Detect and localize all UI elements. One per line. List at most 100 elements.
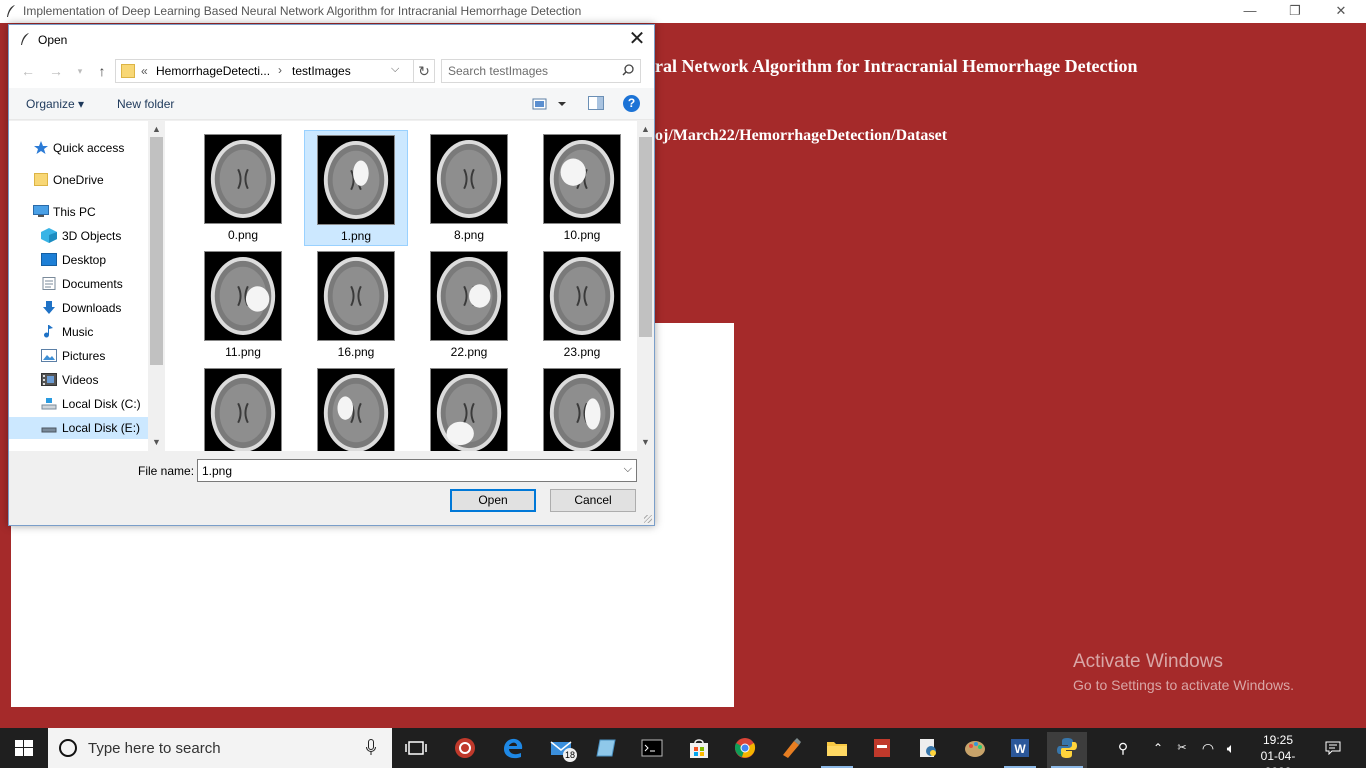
forward-arrow-icon[interactable]: → (45, 60, 67, 82)
file-item[interactable]: 8.png (417, 130, 521, 246)
nav-item-local-disk-e[interactable]: Local Disk (E:) (9, 417, 148, 439)
dialog-close-button[interactable]: ✕ (620, 25, 654, 54)
file-item[interactable]: 23.png (530, 247, 634, 363)
scroll-down-icon[interactable]: ▼ (148, 435, 165, 449)
taskbar-app-pdf[interactable] (862, 732, 902, 768)
chevron-down-icon[interactable]: ⌵ (624, 463, 632, 476)
file-name: 8.png (453, 228, 485, 242)
address-dropdown-icon[interactable]: ⌵ (391, 63, 399, 76)
open-button[interactable]: Open (450, 489, 536, 512)
scrollbar-thumb[interactable] (639, 137, 652, 337)
edge-icon (504, 738, 523, 759)
restore-button[interactable]: ❐ (1272, 0, 1318, 23)
nav-item-downloads[interactable]: Downloads (9, 297, 148, 319)
volume-icon[interactable]: 🔈︎ (1220, 728, 1242, 768)
preview-pane-icon[interactable] (588, 96, 604, 110)
input-indicator-icon[interactable]: ✂ (1172, 728, 1192, 768)
show-hidden-icons-chevron-icon[interactable]: ⌃ (1148, 728, 1168, 768)
change-view-icon[interactable] (532, 96, 568, 112)
file-item[interactable] (191, 364, 295, 451)
breadcrumb-testimages[interactable]: testImages (292, 64, 351, 78)
taskbar-app-edge[interactable] (493, 732, 533, 768)
file-item[interactable]: 22.png (417, 247, 521, 363)
star-icon (34, 141, 48, 154)
nav-item-pictures[interactable]: Pictures (9, 345, 148, 367)
music-icon (44, 325, 53, 338)
nav-item-3d-objects[interactable]: 3D Objects (9, 225, 148, 247)
scroll-up-icon[interactable]: ▲ (637, 122, 654, 136)
windows-start-icon[interactable] (0, 728, 48, 768)
file-name-label: File name: (138, 464, 195, 478)
nav-item-documents[interactable]: Documents (9, 273, 148, 295)
back-arrow-icon[interactable]: ← (17, 60, 39, 82)
file-item[interactable]: 16.png (304, 247, 408, 363)
ct-scan-thumbnail (430, 134, 508, 224)
navigation-pane-scrollbar[interactable]: ▲ ▼ (148, 121, 165, 451)
taskbar-app-notes[interactable] (586, 732, 626, 768)
search-input[interactable] (448, 63, 618, 79)
nav-item-this-pc[interactable]: This PC (9, 201, 148, 223)
new-folder-button[interactable]: New folder (117, 97, 174, 111)
scroll-up-icon[interactable]: ▲ (148, 122, 165, 136)
file-item[interactable] (304, 364, 408, 451)
up-arrow-icon[interactable]: ↑ (91, 60, 113, 82)
ct-scan-thumbnail (204, 251, 282, 341)
taskbar-app-python-idle[interactable] (908, 732, 948, 768)
taskbar-app-mail[interactable]: 18 (541, 732, 581, 768)
address-bar[interactable]: « HemorrhageDetecti... › testImages ⌵ (115, 59, 414, 83)
scrollbar-thumb[interactable] (150, 137, 163, 365)
paint-icon (783, 738, 801, 758)
taskbar-search-box[interactable]: Type here to search (48, 728, 392, 768)
taskbar-app-word[interactable]: W (1000, 732, 1040, 768)
taskbar-app-store[interactable] (679, 732, 719, 768)
taskbar-app-security[interactable] (445, 732, 485, 768)
taskbar-clock[interactable]: 19:25 01-04-2022 (1250, 732, 1306, 768)
cancel-button[interactable]: Cancel (550, 489, 636, 512)
taskbar-app-terminal[interactable] (632, 732, 672, 768)
help-icon[interactable]: ? (623, 95, 640, 112)
taskbar-app-file-explorer[interactable] (817, 732, 857, 768)
chrome-icon (734, 738, 756, 758)
scroll-down-icon[interactable]: ▼ (637, 435, 654, 449)
resize-grip-icon[interactable] (644, 515, 652, 523)
nav-item-local-disk-c[interactable]: Local Disk (C:) (9, 393, 148, 415)
breadcrumb-hemorrhage[interactable]: HemorrhageDetecti... (156, 64, 270, 78)
microphone-icon[interactable] (366, 739, 376, 756)
file-item[interactable] (417, 364, 521, 451)
nav-item-quick-access[interactable]: Quick access (9, 137, 148, 159)
svg-text:W: W (1014, 742, 1026, 756)
refresh-icon[interactable]: ↻ (414, 59, 435, 83)
taskbar: Type here to search 18 W ⚲ ⌃ ✂ ◠ 🔈︎ 19:2… (0, 728, 1366, 768)
taskbar-app-palette[interactable] (955, 732, 995, 768)
organize-button[interactable]: Organize ▾ (26, 97, 84, 111)
search-box[interactable] (441, 59, 641, 83)
taskbar-app-python[interactable] (1047, 732, 1087, 768)
ct-scan-thumbnail (543, 251, 621, 341)
file-name-combobox[interactable]: ⌵ (197, 459, 637, 482)
file-item[interactable] (530, 364, 634, 451)
file-name-input[interactable] (202, 463, 612, 479)
file-item[interactable]: 0.png (191, 130, 295, 246)
wifi-icon[interactable]: ◠ (1197, 728, 1219, 768)
nav-item-desktop[interactable]: Desktop (9, 249, 148, 271)
nav-item-music[interactable]: Music (9, 321, 148, 343)
file-list-scrollbar[interactable]: ▲ ▼ (637, 121, 654, 451)
breadcrumb-overflow[interactable]: « (141, 64, 148, 78)
recent-locations-chevron-icon[interactable]: ▾ (69, 60, 91, 82)
cortana-icon (59, 739, 77, 757)
nav-item-onedrive[interactable]: OneDrive (9, 169, 148, 191)
minimize-button[interactable]: — (1227, 0, 1273, 23)
videos-icon (41, 373, 57, 386)
people-icon[interactable]: ⚲ (1110, 728, 1136, 768)
task-view-button[interactable] (396, 732, 436, 768)
close-button[interactable]: ✕ (1318, 0, 1364, 23)
file-name: 16.png (337, 345, 375, 359)
action-center-icon[interactable] (1318, 728, 1348, 768)
taskbar-app-paint[interactable] (771, 732, 811, 768)
file-item[interactable]: 1.png (304, 130, 408, 246)
file-item[interactable]: 10.png (530, 130, 634, 246)
nav-item-videos[interactable]: Videos (9, 369, 148, 391)
file-item[interactable]: 11.png (191, 247, 295, 363)
taskbar-app-chrome[interactable] (725, 732, 765, 768)
file-name: 22.png (450, 345, 488, 359)
